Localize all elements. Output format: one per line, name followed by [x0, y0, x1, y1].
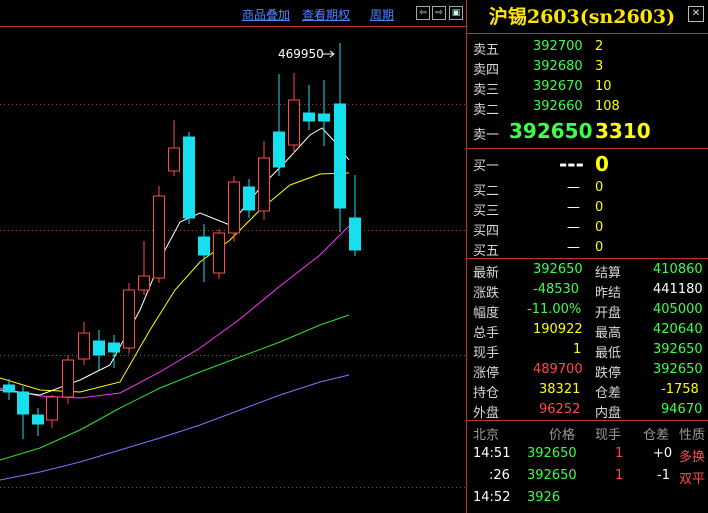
candle	[183, 132, 195, 224]
stat-row-change: 涨跌 -48530 昨结 441180	[473, 282, 703, 301]
candle	[108, 335, 120, 368]
grid-lines	[0, 26, 466, 488]
ask-row-3: 卖三 392670 10	[473, 79, 612, 98]
tick-row: :26 392650 1 -1 双平	[489, 468, 706, 487]
divider	[467, 420, 708, 421]
candle	[303, 85, 315, 130]
candle	[62, 356, 74, 404]
candle	[153, 186, 165, 283]
candle	[138, 241, 150, 295]
candle	[93, 330, 105, 370]
bid-row-4: 买四 — 0	[473, 220, 604, 239]
ticks-header: 北京 价格 现手 仓差 性质	[473, 428, 706, 443]
candle	[334, 43, 346, 232]
ask-row-5: 卖五 392700 2	[473, 39, 604, 58]
close-icon[interactable]: ✕	[688, 6, 704, 22]
candle	[228, 176, 240, 242]
tick-row: 14:52 3926	[473, 490, 561, 505]
tick-row: 14:51 392650 1 +0 多换	[473, 446, 706, 465]
bid-row-3: 买三 — 0	[473, 200, 604, 219]
peak-label: 469950	[278, 47, 324, 61]
candle	[17, 386, 29, 439]
divider	[467, 33, 708, 34]
divider	[467, 148, 708, 149]
candle	[168, 120, 180, 176]
ma40-line	[0, 314, 350, 461]
contract-title: 沪锡2603(sn2603)	[488, 6, 676, 28]
candle	[46, 395, 58, 428]
stat-row-current: 现手 1 最低 392650	[473, 342, 703, 361]
candle	[349, 175, 361, 256]
candle	[78, 322, 90, 365]
ask-row-1: 卖一 392650 3310	[473, 119, 651, 143]
ma10-line	[0, 172, 350, 393]
ask-row-4: 卖四 392680 3	[473, 59, 604, 78]
stat-row-outer-inner: 外盘 96252 内盘 94670	[473, 402, 703, 421]
kline-chart[interactable]: 469950	[0, 0, 466, 513]
divider	[467, 258, 708, 259]
stat-row-latest: 最新 392650 结算 410860	[473, 262, 703, 281]
candle	[198, 224, 210, 282]
ask-row-2: 卖二 392660 108	[473, 99, 620, 118]
stat-row-volume: 总手 190922 最高 420640	[473, 322, 703, 341]
candle	[258, 141, 270, 220]
candle	[273, 74, 285, 176]
bid-row-2: 买二 — 0	[473, 180, 604, 199]
candle	[243, 179, 255, 218]
candle	[123, 283, 135, 354]
candle	[32, 408, 44, 436]
candle	[318, 80, 330, 146]
quote-panel: 沪锡2603(sn2603) ✕ 卖五 392700 2 卖四 392680 3…	[466, 0, 708, 513]
stat-row-limit: 涨停 489700 跌停 392650	[473, 362, 703, 381]
candle	[288, 73, 300, 154]
stat-row-percent: 幅度 -11.00% 开盘 405000	[473, 302, 703, 321]
candle	[213, 229, 225, 279]
bid-row-1: 买一 --- 0	[473, 152, 609, 176]
peak-marker: 469950	[278, 47, 335, 61]
stat-row-openinterest: 持仓 38321 仓差 -1758	[473, 382, 699, 401]
bid-row-5: 买五 — 0	[473, 240, 604, 259]
ma20-line	[0, 225, 350, 399]
